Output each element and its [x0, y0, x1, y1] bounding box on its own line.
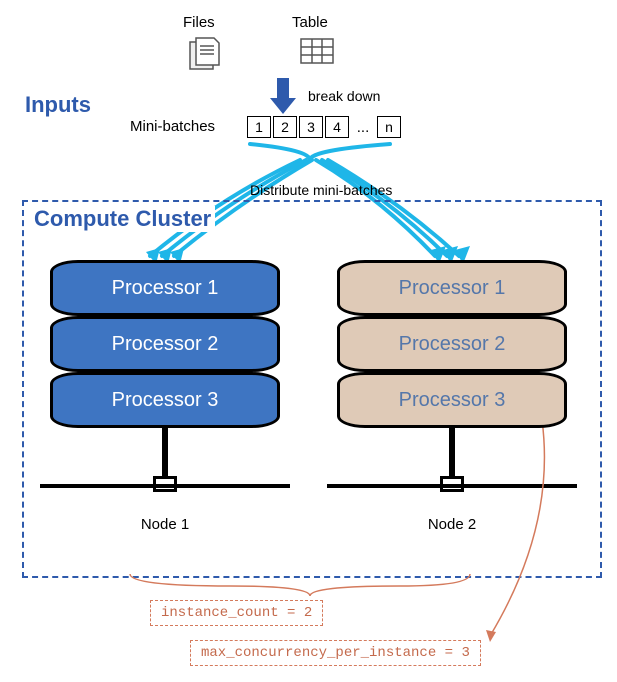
- processor-stack: Processor 1 Processor 2 Processor 3 ▼ ▼: [337, 260, 567, 440]
- batch-ellipsis: ...: [351, 116, 375, 138]
- mini-batches-label: Mini-batches: [130, 118, 215, 135]
- table-label: Table: [292, 14, 328, 31]
- compute-cluster-heading: Compute Cluster: [30, 206, 215, 232]
- processor-box: Processor 1: [337, 260, 567, 316]
- architecture-diagram: Inputs Files Table break down Mini-batch…: [10, 10, 607, 672]
- batch-box: 1: [247, 116, 271, 138]
- max-concurrency-arrow: [450, 416, 560, 644]
- files-label: Files: [183, 14, 215, 31]
- break-down-label: break down: [308, 88, 380, 104]
- processor-box: Processor 3: [50, 372, 280, 428]
- node-1: Processor 1 Processor 2 Processor 3 ▼ ▼ …: [50, 260, 280, 440]
- processor-box: Processor 2: [50, 316, 280, 372]
- instance-count-param: instance_count = 2: [150, 600, 323, 626]
- processor-box: Processor 2: [337, 316, 567, 372]
- batch-box: 4: [325, 116, 349, 138]
- node-base: [40, 484, 290, 488]
- mini-batches-row: 1 2 3 4 ... n: [247, 116, 401, 138]
- processor-box: Processor 1: [50, 260, 280, 316]
- files-icon: [186, 36, 226, 76]
- max-concurrency-param: max_concurrency_per_instance = 3: [190, 640, 481, 666]
- distribute-label: Distribute mini-batches: [250, 182, 392, 198]
- node-2: Processor 1 Processor 2 Processor 3 ▼ ▼ …: [337, 260, 567, 440]
- batch-box: 3: [299, 116, 323, 138]
- inputs-heading: Inputs: [25, 92, 91, 118]
- processor-stack: Processor 1 Processor 2 Processor 3 ▼ ▼: [50, 260, 280, 440]
- table-icon: [300, 38, 334, 64]
- batch-box: 2: [273, 116, 297, 138]
- arrow-down-icon: [268, 76, 298, 116]
- processor-box: Processor 3: [337, 372, 567, 428]
- batch-box-n: n: [377, 116, 401, 138]
- node-1-label: Node 1: [50, 516, 280, 533]
